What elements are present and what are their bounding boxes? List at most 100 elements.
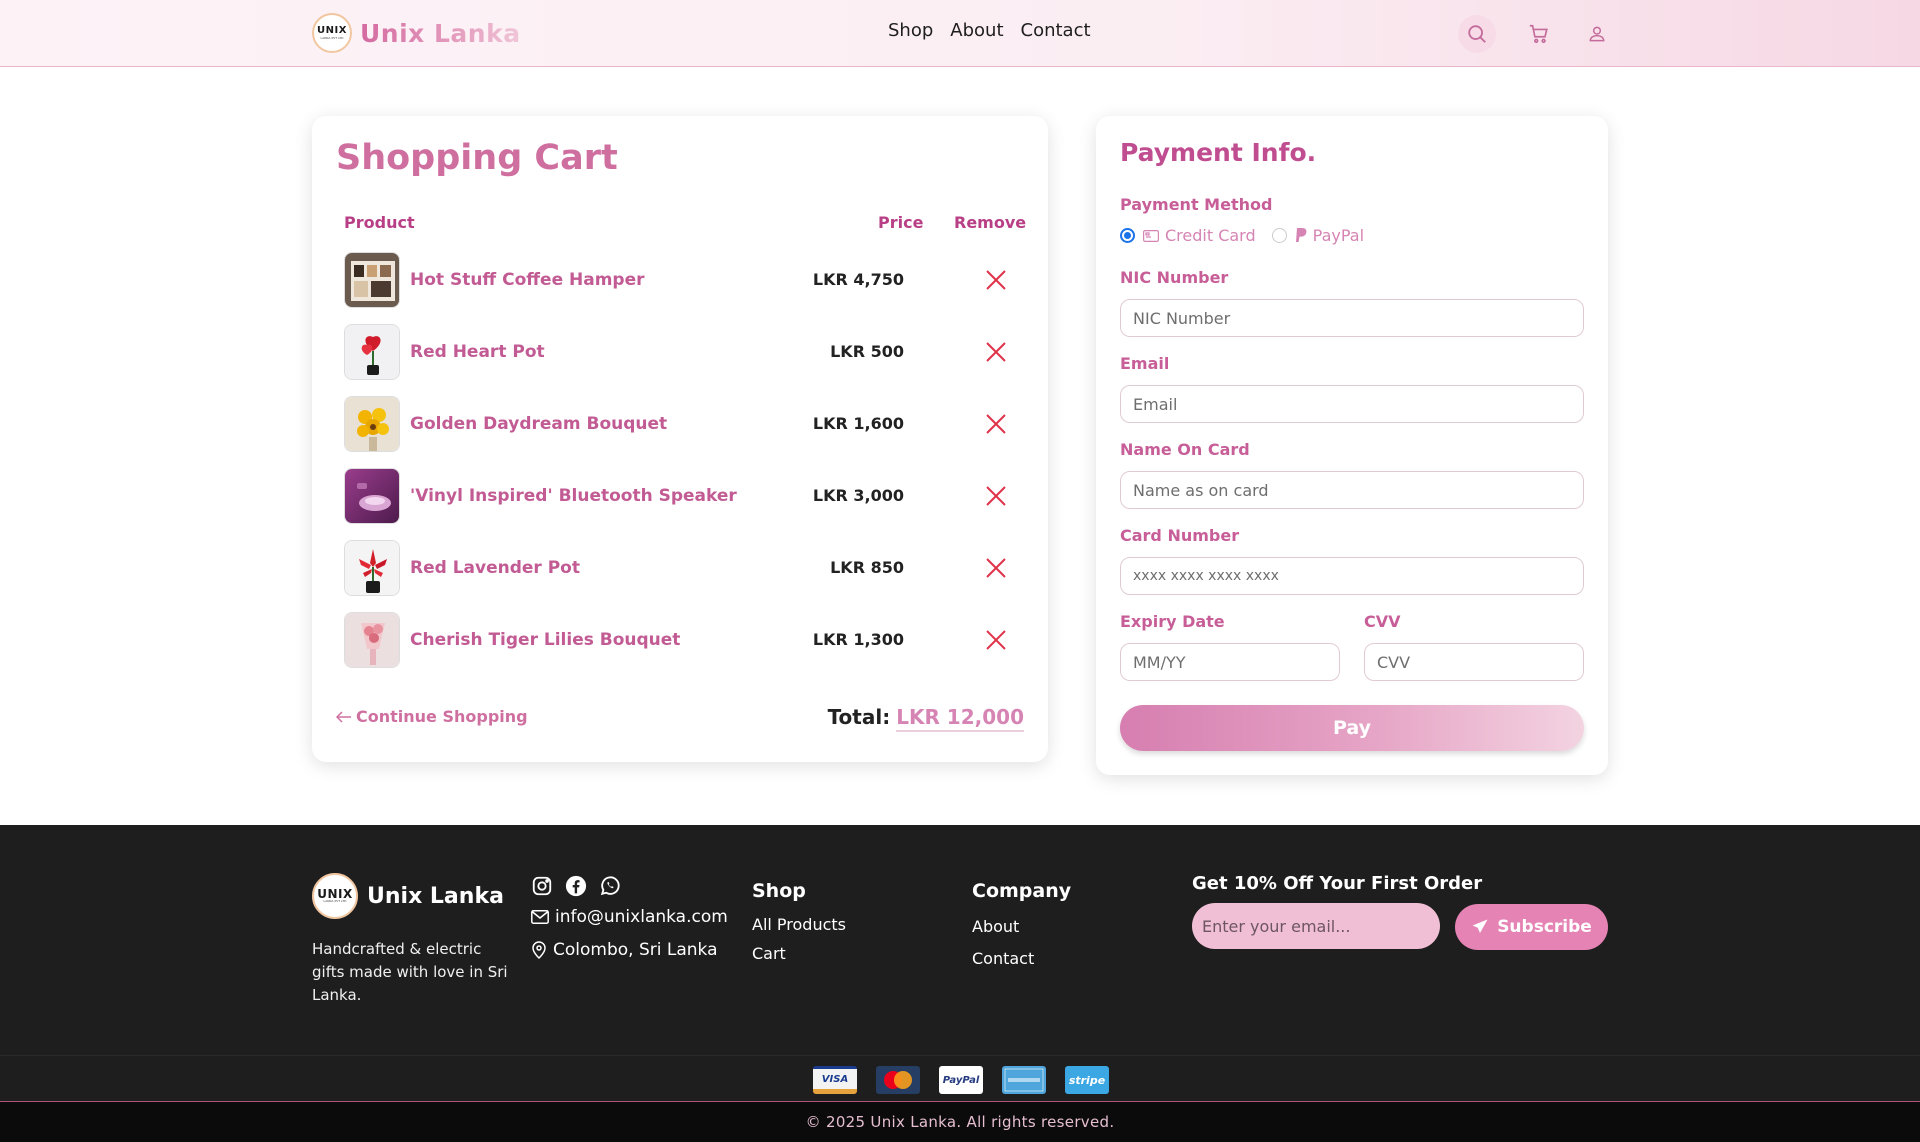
shopping-cart-panel: Shopping Cart Product Price Remove Hot S…: [312, 116, 1048, 762]
paypal-icon: [1295, 228, 1307, 242]
remove-item-button[interactable]: [982, 626, 1010, 654]
name-on-card-input[interactable]: [1120, 471, 1584, 509]
brand-logo-link[interactable]: UNIX LANKA PVT LTD Unix Lanka: [312, 13, 521, 53]
product-thumbnail[interactable]: [344, 324, 400, 380]
product-thumbnail[interactable]: [344, 540, 400, 596]
pay-button[interactable]: Pay: [1120, 705, 1584, 751]
payment-method-options: Credit Card PayPal: [1120, 226, 1380, 245]
footer-logo: UNIX LANKA PVT LTD: [312, 873, 358, 919]
cart-item-row: Golden Daydream Bouquet LKR 1,600: [344, 396, 1024, 454]
copyright-bar: © 2025 Unix Lanka. All rights reserved.: [0, 1102, 1920, 1142]
cart-title: Shopping Cart: [336, 138, 618, 178]
product-thumbnail[interactable]: [344, 612, 400, 668]
paypal-label: PayPal: [1312, 226, 1365, 245]
product-name[interactable]: 'Vinyl Inspired' Bluetooth Speaker: [410, 486, 737, 506]
footer-logo-mark-subtext: LANKA PVT LTD: [323, 899, 347, 903]
continue-shopping-link[interactable]: Continue Shopping: [336, 707, 528, 726]
payment-option-credit-card[interactable]: Credit Card: [1120, 226, 1256, 245]
subscribe-button[interactable]: Subscribe: [1455, 904, 1608, 950]
nic-input[interactable]: [1120, 299, 1584, 337]
amex-icon: [1004, 1068, 1044, 1092]
product-name[interactable]: Cherish Tiger Lilies Bouquet: [410, 630, 680, 650]
cart-item-row: Red Heart Pot LKR 500: [344, 324, 1024, 382]
credit-card-radio[interactable]: [1120, 228, 1135, 243]
close-icon: [986, 630, 1006, 650]
close-icon: [986, 342, 1006, 362]
newsletter-title: Get 10% Off Your First Order: [1192, 873, 1483, 894]
payment-info-panel: Payment Info. Payment Method Credit Card…: [1096, 116, 1608, 775]
cart-item-row: Cherish Tiger Lilies Bouquet LKR 1,300: [344, 612, 1024, 670]
stripe-logo: stripe: [1065, 1066, 1109, 1094]
product-price: LKR 500: [830, 342, 904, 361]
cart-item-row: Red Lavender Pot LKR 850: [344, 540, 1024, 598]
search-button[interactable]: [1458, 15, 1496, 53]
nav-about[interactable]: About: [950, 20, 1003, 41]
instagram-icon[interactable]: [531, 875, 553, 897]
cart-icon: [1529, 24, 1548, 44]
paypal-radio[interactable]: [1271, 228, 1287, 243]
close-icon: [986, 558, 1006, 578]
product-name[interactable]: Hot Stuff Coffee Hamper: [410, 270, 645, 290]
user-icon: [1589, 26, 1605, 42]
payment-title: Payment Info.: [1120, 138, 1317, 167]
paypal-logo-text: PayPal: [942, 1074, 980, 1086]
product-price: LKR 1,600: [812, 414, 904, 433]
envelope-icon: [531, 910, 549, 924]
footer-link-all-products[interactable]: All Products: [752, 915, 846, 934]
footer-description: Handcrafted & electric gifts made with l…: [312, 940, 508, 1004]
visa-logo-text: VISA: [821, 1073, 849, 1085]
nav-contact[interactable]: Contact: [1021, 20, 1091, 41]
email-input[interactable]: [1120, 385, 1584, 423]
logo-mark-text: UNIX: [317, 25, 347, 36]
product-thumbnail[interactable]: [344, 468, 400, 524]
send-icon: [1472, 919, 1488, 933]
facebook-icon[interactable]: [565, 875, 587, 897]
email-label: Email: [1120, 354, 1170, 373]
account-button[interactable]: [1578, 15, 1616, 53]
footer-company-title: Company: [972, 880, 1072, 902]
close-icon: [986, 414, 1006, 434]
product-thumbnail[interactable]: [344, 252, 400, 308]
remove-item-button[interactable]: [982, 410, 1010, 438]
cart-button[interactable]: [1520, 15, 1558, 53]
remove-item-button[interactable]: [982, 482, 1010, 510]
credit-card-icon: [1143, 229, 1159, 242]
cvv-input[interactable]: [1364, 643, 1584, 681]
card-number-label: Card Number: [1120, 526, 1240, 545]
remove-item-button[interactable]: [982, 338, 1010, 366]
brand-logo: UNIX LANKA PVT LTD: [312, 13, 352, 53]
product-name[interactable]: Red Heart Pot: [410, 342, 545, 362]
name-on-card-label: Name On Card: [1120, 440, 1250, 459]
footer-location-text: Colombo, Sri Lanka: [553, 940, 718, 960]
product-price: LKR 3,000: [812, 486, 904, 505]
footer-link-cart[interactable]: Cart: [752, 944, 786, 963]
payment-methods-strip: VISA PayPal stripe: [0, 1055, 1920, 1102]
cart-item-row: 'Vinyl Inspired' Bluetooth Speaker LKR 3…: [344, 468, 1024, 526]
logo-mark-subtext: LANKA PVT LTD: [320, 36, 344, 40]
footer-email[interactable]: info@unixlanka.com: [531, 907, 728, 927]
search-icon: [1468, 25, 1486, 43]
site-header: UNIX LANKA PVT LTD Unix Lanka Shop About…: [0, 0, 1920, 67]
newsletter-email-input[interactable]: [1192, 903, 1440, 949]
cart-item-row: Hot Stuff Coffee Hamper LKR 4,750: [344, 252, 1024, 310]
amex-logo: [1002, 1066, 1046, 1094]
remove-item-button[interactable]: [982, 266, 1010, 294]
mastercard-icon: [884, 1071, 912, 1089]
product-name[interactable]: Golden Daydream Bouquet: [410, 414, 667, 434]
product-name[interactable]: Red Lavender Pot: [410, 558, 580, 578]
footer-link-contact[interactable]: Contact: [972, 949, 1034, 968]
column-header-price: Price: [878, 213, 924, 232]
card-number-input[interactable]: [1120, 557, 1584, 595]
copyright-text: © 2025 Unix Lanka. All rights reserved.: [805, 1113, 1115, 1131]
arrow-left-icon: [336, 710, 351, 723]
payment-option-paypal[interactable]: PayPal: [1271, 226, 1365, 245]
expiry-input[interactable]: [1120, 643, 1340, 681]
footer-link-about[interactable]: About: [972, 917, 1019, 936]
whatsapp-icon[interactable]: [599, 875, 621, 897]
footer-brand[interactable]: UNIX LANKA PVT LTD Unix Lanka: [312, 873, 504, 919]
nav-shop[interactable]: Shop: [888, 20, 933, 41]
location-pin-icon: [532, 941, 546, 959]
footer-logo-mark-text: UNIX: [317, 887, 353, 901]
product-thumbnail[interactable]: [344, 396, 400, 452]
remove-item-button[interactable]: [982, 554, 1010, 582]
